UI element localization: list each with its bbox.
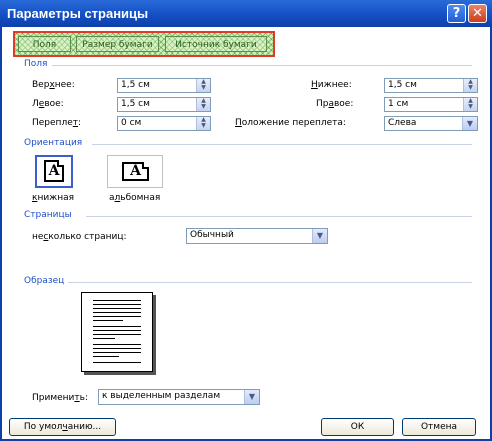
preview-page xyxy=(81,292,153,372)
preview-text-line xyxy=(93,352,141,353)
preview-text-line xyxy=(93,356,119,357)
preview-text-line xyxy=(93,316,141,317)
landscape-page-icon: A xyxy=(122,162,149,181)
chevron-down-icon[interactable]: ▼ xyxy=(244,390,259,404)
top-margin-spinner[interactable]: 1,5 см ▲ ▼ xyxy=(117,78,211,93)
title-bar: Параметры страницы ? ✕ xyxy=(0,0,492,27)
window-title: Параметры страницы xyxy=(7,6,149,21)
preview-text-line xyxy=(93,308,141,309)
preview-text-line xyxy=(93,330,141,331)
gutter-position-value: Слева xyxy=(388,118,417,128)
page-corner-icon xyxy=(142,162,149,169)
cancel-button[interactable]: Отмена xyxy=(402,418,476,436)
orientation-group-label: Ориентация xyxy=(24,138,83,148)
preview-text-line xyxy=(93,304,141,305)
right-margin-spinner[interactable]: 1 см ▲ ▼ xyxy=(384,97,478,112)
margins-group-line xyxy=(52,65,472,66)
pages-group-line xyxy=(86,216,472,217)
multiple-pages-select[interactable]: Обычный ▼ xyxy=(186,228,328,244)
right-margin-value: 1 см xyxy=(388,99,409,109)
preview-text-line xyxy=(93,344,141,345)
right-margin-label: Правое: xyxy=(316,99,354,109)
bottom-margin-spinner[interactable]: 1,5 см ▲ ▼ xyxy=(384,78,478,93)
ok-button[interactable]: ОК xyxy=(321,418,394,436)
preview-text-line xyxy=(93,326,141,327)
left-margin-label: Левое: xyxy=(32,99,64,109)
spin-arrows-icon[interactable]: ▲ ▼ xyxy=(196,117,210,130)
page-corner-icon xyxy=(57,160,64,167)
margins-group-label: Поля xyxy=(24,59,48,69)
chevron-down-icon[interactable]: ▼ xyxy=(312,229,327,243)
spin-arrows-icon[interactable]: ▲ ▼ xyxy=(196,79,210,92)
left-margin-value: 1,5 см xyxy=(121,99,150,109)
preview-text-line xyxy=(93,348,141,349)
landscape-button[interactable]: A xyxy=(107,155,163,188)
top-margin-label: Верхнее: xyxy=(32,80,75,90)
landscape-label: альбомная xyxy=(109,193,161,203)
gutter-position-select[interactable]: Слева ▼ xyxy=(384,116,478,131)
spin-arrows-icon[interactable]: ▲ ▼ xyxy=(463,79,477,92)
preview-text-line xyxy=(93,334,141,335)
left-margin-spinner[interactable]: 1,5 см ▲ ▼ xyxy=(117,97,211,112)
preview-group-label: Образец xyxy=(24,276,65,286)
gutter-label: Переплет: xyxy=(32,118,82,128)
preview-text-line xyxy=(93,312,141,313)
preview-text-line xyxy=(93,362,141,363)
gutter-position-label: Положение переплета: xyxy=(235,118,346,128)
portrait-label: книжная xyxy=(32,193,75,203)
spin-arrows-icon[interactable]: ▲ ▼ xyxy=(463,98,477,111)
bottom-margin-value: 1,5 см xyxy=(388,80,417,90)
apply-to-select[interactable]: к выделенным разделам ▼ xyxy=(98,389,260,405)
close-icon[interactable]: ✕ xyxy=(468,4,487,23)
bottom-margin-label: Нижнее: xyxy=(311,80,352,90)
orientation-group-line xyxy=(92,144,472,145)
preview-text-line xyxy=(93,338,115,339)
portrait-button[interactable]: A xyxy=(35,155,73,188)
tab-paper-source[interactable]: Источник бумаги xyxy=(165,36,267,52)
preview-group-line xyxy=(68,282,472,283)
top-margin-value: 1,5 см xyxy=(121,80,150,90)
pages-group-label: Страницы xyxy=(24,210,72,220)
spin-arrows-icon[interactable]: ▲ ▼ xyxy=(196,98,210,111)
multiple-pages-value: Обычный xyxy=(190,230,234,240)
tab-paper-size[interactable]: Размер бумаги xyxy=(76,36,159,52)
gutter-value: 0 см xyxy=(121,118,142,128)
help-icon[interactable]: ? xyxy=(447,4,466,23)
preview-text-line xyxy=(93,300,141,301)
tab-margins[interactable]: Поля xyxy=(18,36,71,52)
apply-to-label: Применить: xyxy=(32,393,88,403)
portrait-page-icon: A xyxy=(44,160,64,182)
apply-to-value: к выделенным разделам xyxy=(102,391,221,401)
chevron-down-icon[interactable]: ▼ xyxy=(462,117,477,130)
gutter-spinner[interactable]: 0 см ▲ ▼ xyxy=(117,116,211,131)
default-button[interactable]: По умолчанию... xyxy=(9,418,116,436)
preview-text-line xyxy=(93,320,123,321)
multiple-pages-label: несколько страниц: xyxy=(32,232,127,242)
